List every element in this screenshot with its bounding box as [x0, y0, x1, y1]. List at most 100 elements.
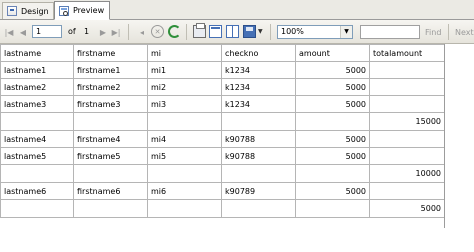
table-cell: 5000: [295, 147, 370, 165]
table-cell: [221, 199, 296, 218]
table-row: lastname1 firstname1 mi1 k1234 5000: [0, 61, 445, 79]
totalamount-cell: [369, 182, 445, 200]
first-page-icon[interactable]: |◀: [4, 26, 14, 38]
total-pages: 1: [84, 27, 90, 36]
table-cell: 5000: [295, 95, 370, 113]
table-cell: [147, 199, 222, 218]
table-cell: [295, 164, 370, 183]
table-row: lastname6 firstname6 mi6 k90789 5000: [0, 182, 445, 200]
export-dropdown-icon[interactable]: ▼: [258, 28, 263, 35]
stop-icon[interactable]: ✕: [151, 25, 164, 38]
table-cell: [147, 164, 222, 183]
last-page-icon[interactable]: ▶|: [111, 26, 121, 38]
table-cell: mi5: [147, 147, 222, 165]
tab-design[interactable]: Design: [2, 2, 54, 19]
tab-preview[interactable]: Preview: [54, 1, 110, 20]
table-cell: [0, 199, 74, 218]
table-cell: k90789: [221, 182, 296, 200]
totalamount-cell: [369, 147, 445, 165]
column-header: checkno: [221, 44, 296, 62]
table-cell: k1234: [221, 78, 296, 96]
page-setup-icon[interactable]: [226, 25, 239, 38]
table-cell: 5000: [295, 78, 370, 96]
table-cell: [295, 112, 370, 131]
table-cell: 5000: [295, 130, 370, 148]
column-header: amount: [295, 44, 370, 62]
table-cell: [295, 199, 370, 218]
chevron-down-icon[interactable]: ▼: [340, 26, 352, 38]
tab-design-label: Design: [21, 6, 49, 16]
find-input[interactable]: [360, 25, 420, 39]
subtotal-row: 15000: [0, 112, 445, 131]
table-cell: firstname3: [73, 95, 148, 113]
report-toolbar: |◀ ◀ 1 of 1 ▶ ▶| ◂ ✕ ▼ 100% ▼ Find Next: [0, 20, 474, 44]
table-cell: lastname6: [0, 182, 74, 200]
table-row: lastname5 firstname5 mi5 k90788 5000: [0, 147, 445, 165]
table-cell: firstname1: [73, 61, 148, 79]
table-cell: 5000: [295, 182, 370, 200]
table-cell: k1234: [221, 61, 296, 79]
table-cell: k90788: [221, 130, 296, 148]
table-cell: [73, 164, 148, 183]
table-cell: lastname3: [0, 95, 74, 113]
page-number-input[interactable]: 1: [32, 25, 62, 38]
find-button[interactable]: Find: [425, 28, 441, 37]
table-row: lastname2 firstname2 mi2 k1234 5000: [0, 78, 445, 96]
column-header: mi: [147, 44, 222, 62]
totalamount-cell: [369, 95, 445, 113]
table-cell: firstname5: [73, 147, 148, 165]
next-page-icon[interactable]: ▶: [98, 26, 108, 38]
previous-page-icon[interactable]: ◀: [18, 26, 28, 38]
table-row: lastname3 firstname3 mi3 k1234 5000: [0, 95, 445, 113]
table-header-row: lastname firstname mi checkno amount totalamo…: [0, 44, 445, 62]
column-header: lastname: [0, 44, 74, 62]
table-cell: lastname1: [0, 61, 74, 79]
toolbar-separator: [128, 24, 129, 40]
table-cell: mi6: [147, 182, 222, 200]
table-cell: firstname6: [73, 182, 148, 200]
report-table: lastname firstname mi checkno amount totalamo…: [0, 44, 445, 218]
table-cell: lastname4: [0, 130, 74, 148]
subtotal-row: 10000: [0, 164, 445, 183]
table-cell: mi4: [147, 130, 222, 148]
totalamount-cell: 15000: [369, 112, 445, 131]
design-icon: [7, 6, 17, 16]
toolbar-separator: [270, 24, 271, 40]
find-next-button[interactable]: Next: [455, 28, 474, 37]
report-viewer: lastname firstname mi checkno amount totalamo…: [0, 44, 474, 252]
preview-icon: [59, 5, 69, 16]
tab-strip: Design Preview: [0, 0, 474, 20]
refresh-icon[interactable]: [168, 25, 181, 38]
table-row: lastname4 firstname4 mi4 k90788 5000: [0, 130, 445, 148]
export-icon[interactable]: [243, 25, 256, 38]
table-cell: [0, 164, 74, 183]
table-cell: [73, 199, 148, 218]
table-cell: lastname2: [0, 78, 74, 96]
table-cell: lastname5: [0, 147, 74, 165]
table-cell: [0, 112, 74, 131]
table-cell: k90788: [221, 147, 296, 165]
of-label: of: [68, 27, 76, 36]
totalamount-cell: [369, 130, 445, 148]
column-header: totalamount: [369, 44, 445, 62]
table-cell: mi2: [147, 78, 222, 96]
table-cell: [221, 112, 296, 131]
toolbar-separator: [186, 24, 187, 40]
zoom-select[interactable]: 100% ▼: [277, 25, 353, 39]
table-cell: firstname2: [73, 78, 148, 96]
print-layout-icon[interactable]: [209, 25, 222, 38]
zoom-value: 100%: [281, 27, 304, 36]
report-page-edge: [444, 44, 445, 228]
table-cell: 5000: [295, 61, 370, 79]
print-icon[interactable]: [193, 23, 206, 38]
back-icon[interactable]: ◂: [137, 26, 147, 38]
table-cell: [147, 112, 222, 131]
totalamount-cell: 10000: [369, 164, 445, 183]
totalamount-cell: [369, 78, 445, 96]
subtotal-row: 5000: [0, 199, 445, 218]
tab-preview-label: Preview: [73, 6, 105, 15]
table-cell: mi1: [147, 61, 222, 79]
table-cell: mi3: [147, 95, 222, 113]
totalamount-cell: [369, 61, 445, 79]
column-header: firstname: [73, 44, 148, 62]
